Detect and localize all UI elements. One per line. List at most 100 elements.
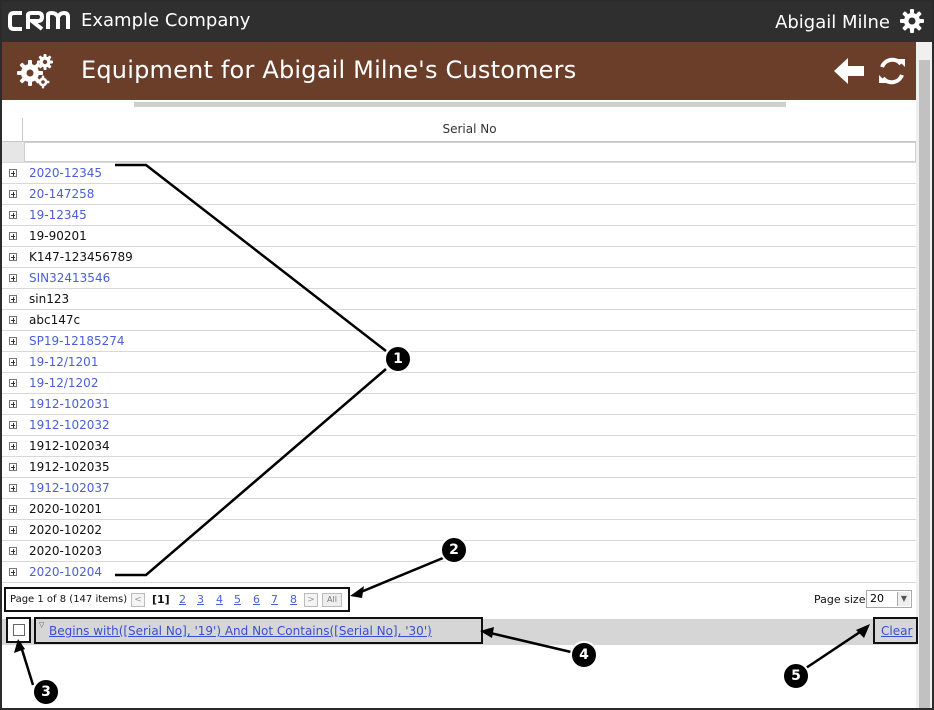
- expand-row-icon[interactable]: [9, 190, 17, 198]
- serial-no-cell[interactable]: 20-147258: [29, 187, 94, 201]
- current-page: [1]: [152, 593, 170, 606]
- column-header-serial-no[interactable]: Serial No: [23, 122, 916, 136]
- page-link[interactable]: 5: [234, 593, 241, 606]
- filter-expression-text[interactable]: Begins with([Serial No], '19') And Not C…: [49, 624, 432, 638]
- serial-no-cell: abc147c: [29, 313, 81, 327]
- serial-no-cell[interactable]: 19-12/1202: [29, 376, 98, 390]
- vertical-scrollbar[interactable]: [916, 42, 932, 708]
- grid-column-header: Serial No: [2, 112, 916, 142]
- page-size-value: 20: [870, 592, 884, 605]
- serial-no-cell: 2020-10201: [29, 502, 103, 516]
- serial-no-cell[interactable]: SP19-12185274: [29, 334, 125, 348]
- company-name: Example Company: [81, 10, 251, 31]
- expand-row-icon[interactable]: [9, 232, 17, 240]
- title-bar: Equipment for Abigail Milne's Customers: [2, 42, 916, 100]
- serial-no-filter-input[interactable]: [24, 142, 916, 162]
- table-row[interactable]: SIN32413546: [2, 268, 916, 289]
- crm-logo: [8, 10, 70, 31]
- serial-no-cell[interactable]: 19-12345: [29, 208, 87, 222]
- serial-no-cell: K147-123456789: [29, 250, 133, 264]
- expand-row-icon[interactable]: [9, 295, 17, 303]
- user-name[interactable]: Abigail Milne: [775, 12, 890, 33]
- table-row[interactable]: 1912-102032: [2, 415, 916, 436]
- expand-row-icon[interactable]: [9, 316, 17, 324]
- page-size-select[interactable]: 20 ▼: [866, 590, 912, 608]
- table-row[interactable]: 1912-102031: [2, 394, 916, 415]
- callout-badge: 1: [384, 345, 412, 373]
- table-row[interactable]: K147-123456789: [2, 247, 916, 268]
- grid-filter-row: [2, 142, 916, 163]
- page-link[interactable]: 8: [290, 593, 297, 606]
- page-link[interactable]: 7: [271, 593, 278, 606]
- checkbox-box[interactable]: [13, 624, 25, 636]
- filter-expression[interactable]: ▽ Begins with([Serial No], '19') And Not…: [34, 617, 483, 644]
- expand-row-icon[interactable]: [9, 568, 17, 576]
- horizontal-scrollbar[interactable]: [134, 102, 786, 107]
- callout-badge: 5: [782, 662, 810, 690]
- table-row[interactable]: abc147c: [2, 310, 916, 331]
- table-row[interactable]: 2020-10204: [2, 562, 916, 583]
- chevron-down-icon[interactable]: ▼: [897, 592, 910, 606]
- prev-page-button[interactable]: <: [131, 593, 145, 607]
- expand-row-icon[interactable]: [9, 463, 17, 471]
- clear-filter-link[interactable]: Clear: [881, 624, 912, 638]
- expand-row-icon[interactable]: [9, 547, 17, 555]
- serial-no-cell[interactable]: 2020-12345: [29, 166, 102, 180]
- expand-row-icon[interactable]: [9, 442, 17, 450]
- serial-no-cell[interactable]: SIN32413546: [29, 271, 110, 285]
- expand-row-icon[interactable]: [9, 169, 17, 177]
- expand-row-icon[interactable]: [9, 379, 17, 387]
- serial-no-cell[interactable]: 1912-102031: [29, 397, 110, 411]
- expand-row-icon[interactable]: [9, 211, 17, 219]
- callout-badge: 2: [440, 536, 468, 564]
- serial-no-cell: 19-90201: [29, 229, 87, 243]
- expand-row-icon[interactable]: [9, 400, 17, 408]
- page-link[interactable]: 4: [216, 593, 223, 606]
- table-row[interactable]: 20-147258: [2, 184, 916, 205]
- serial-no-cell[interactable]: 1912-102037: [29, 481, 110, 495]
- refresh-icon[interactable]: [876, 55, 908, 87]
- table-row[interactable]: SP19-12185274: [2, 331, 916, 352]
- page-link[interactable]: 2: [179, 593, 186, 606]
- equipment-gears-icon: [17, 54, 53, 89]
- page-title: Equipment for Abigail Milne's Customers: [81, 56, 577, 84]
- page-link[interactable]: 3: [197, 593, 204, 606]
- filter-enable-checkbox[interactable]: [6, 617, 31, 643]
- table-row[interactable]: 1912-102035: [2, 457, 916, 478]
- clear-filter[interactable]: Clear: [873, 617, 918, 644]
- table-row[interactable]: 19-12/1202: [2, 373, 916, 394]
- expand-row-icon[interactable]: [9, 526, 17, 534]
- expand-row-icon[interactable]: [9, 253, 17, 261]
- table-row[interactable]: 19-90201: [2, 226, 916, 247]
- page-link[interactable]: 6: [253, 593, 260, 606]
- settings-gear-icon[interactable]: [898, 7, 926, 35]
- table-row[interactable]: 2020-10201: [2, 499, 916, 520]
- table-row[interactable]: 2020-12345: [2, 163, 916, 184]
- show-all-button[interactable]: All: [322, 593, 342, 607]
- table-row[interactable]: 19-12/1201: [2, 352, 916, 373]
- serial-no-cell[interactable]: 1912-102032: [29, 418, 110, 432]
- top-bar: Example Company Abigail Milne: [2, 2, 932, 42]
- page-size-label: Page size:: [814, 593, 870, 606]
- app-frame: Example Company Abigail Milne Equipment …: [0, 0, 934, 710]
- expand-row-icon[interactable]: [9, 337, 17, 345]
- serial-no-cell[interactable]: 19-12/1201: [29, 355, 98, 369]
- expand-row-icon[interactable]: [9, 505, 17, 513]
- table-row[interactable]: sin123: [2, 289, 916, 310]
- table-row[interactable]: 1912-102034: [2, 436, 916, 457]
- table-row[interactable]: 19-12345: [2, 205, 916, 226]
- serial-no-cell[interactable]: 2020-10204: [29, 565, 102, 579]
- scrollbar-thumb[interactable]: [919, 60, 930, 708]
- serial-no-cell: 2020-10202: [29, 523, 103, 537]
- back-arrow-icon[interactable]: [832, 55, 866, 87]
- expand-row-icon[interactable]: [9, 421, 17, 429]
- filter-dropdown-icon[interactable]: ▽: [39, 621, 44, 629]
- expand-row-icon[interactable]: [9, 484, 17, 492]
- serial-no-cell: 1912-102034: [29, 439, 110, 453]
- expand-row-icon[interactable]: [9, 358, 17, 366]
- callout-badge: 3: [32, 678, 60, 706]
- table-row[interactable]: 1912-102037: [2, 478, 916, 499]
- next-page-button[interactable]: >: [304, 593, 318, 607]
- expand-row-icon[interactable]: [9, 274, 17, 282]
- serial-no-cell: 1912-102035: [29, 460, 110, 474]
